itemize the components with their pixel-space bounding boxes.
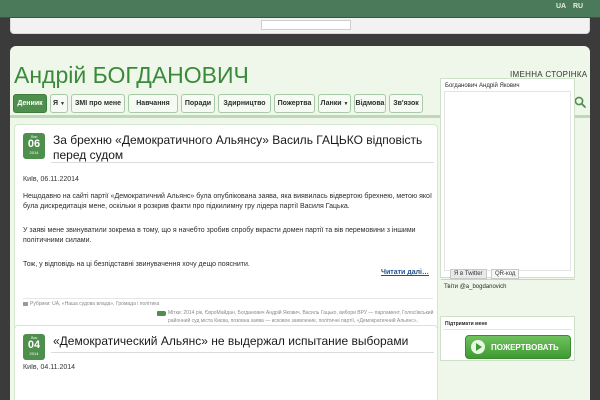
title-divider [51, 352, 434, 353]
nav-label: ЗМІ про мене [74, 100, 122, 107]
post-title-link[interactable]: За брехню «Демократичного Альянсу» Васил… [53, 133, 433, 163]
tabs-divider [441, 279, 575, 280]
post-date-badge: Лис 06 2014 [23, 133, 45, 159]
post-paragraph: У заяві мене звинуватили зокрема в тому,… [23, 227, 416, 244]
post-title-link[interactable]: «Демократический Альянс» не выдержал исп… [53, 334, 433, 349]
tab-twitter[interactable]: Я в Twitter [450, 269, 487, 279]
nav-item-media[interactable]: ЗМІ про мене [71, 94, 125, 113]
post-footer-divider [23, 298, 433, 299]
chevron-down-icon: ▼ [60, 100, 65, 107]
lang-ru-link[interactable]: RU [573, 3, 583, 10]
date-day: 04 [27, 339, 41, 351]
sidebar-profile-widget: Богданович Андрій Якович [440, 78, 575, 278]
date-day: 06 [27, 138, 41, 150]
post-categories: Рубрики: UA, «Наша судова влада», Громад… [23, 301, 159, 307]
site-title[interactable]: Андрій БОГДАНОВИЧ [14, 62, 249, 89]
donate-label: ПОЖЕРТВОВАТЬ [491, 342, 559, 352]
top-bar: UA RU [0, 0, 600, 18]
nav-item-links[interactable]: Ланки ▼ [318, 94, 351, 113]
tag-icon [157, 311, 166, 316]
read-more-link[interactable]: Читати далі… [381, 269, 429, 276]
support-divider [443, 329, 572, 330]
lang-ua-link[interactable]: UA [556, 3, 566, 10]
support-title: Підтримати мене [445, 321, 488, 327]
title-divider [51, 162, 434, 163]
nav-label: Ланки [320, 100, 342, 107]
profile-frame [444, 91, 571, 271]
nav-item-diary[interactable]: Дениик [13, 94, 47, 113]
post-article: Лис 04 2014 «Демократический Альянс» не … [14, 325, 438, 400]
nav-label: Відмова [355, 100, 385, 107]
post-paragraph: Тож, у відповідь на ці безпідставні звин… [23, 261, 250, 268]
post-date-line: Київ, 06.11.22014 [23, 176, 79, 183]
date-year: 2014 [29, 150, 39, 155]
folder-icon [23, 301, 28, 306]
support-widget: Підтримати мене ПОЖЕРТВОВАТЬ [440, 316, 575, 361]
donate-button[interactable]: ПОЖЕРТВОВАТЬ [465, 335, 571, 359]
post-date-line: Київ, 04.11.2014 [23, 364, 76, 371]
nav-label: Зв'язок [393, 100, 419, 107]
top-strip [10, 18, 590, 34]
search-icon[interactable] [573, 95, 587, 109]
profile-name: Богданович Андрій Якович [445, 83, 520, 89]
nav-item-me[interactable]: Я ▼ [50, 94, 68, 113]
categories-text[interactable]: Рубрики: UA, «Наша судова влада», Громад… [30, 301, 159, 307]
nav-label: Дениик [17, 100, 43, 107]
nav-label: Навчання [136, 100, 170, 107]
nav-item-contact[interactable]: Зв'язок [389, 94, 423, 113]
nav-label: Здирництво [223, 100, 266, 107]
strip-box [261, 20, 351, 30]
chevron-down-icon: ▼ [343, 100, 349, 107]
nav-label: Я [53, 100, 59, 107]
nav-item-extortion[interactable]: Здирництво [218, 94, 271, 113]
nav-item-advice[interactable]: Поради [181, 94, 215, 113]
post-date-badge: Лис 04 2014 [23, 334, 45, 360]
tweets-link[interactable]: Твіти @a_bogdanovich [444, 284, 506, 290]
date-year: 2014 [29, 351, 39, 356]
arrow-right-icon [471, 340, 485, 354]
nav-label: Пожертва [277, 100, 312, 107]
nav-label: Поради [184, 100, 212, 107]
post-paragraph: Нещодавно на сайті партії «Демократичний… [23, 193, 432, 210]
nav-item-donation[interactable]: Пожертва [274, 94, 315, 113]
tab-qr-code[interactable]: QR-код [491, 269, 520, 279]
nav-item-education[interactable]: Навчання [128, 94, 178, 113]
nav-item-refusal[interactable]: Відмова [354, 94, 386, 113]
post-article: Лис 06 2014 За брехню «Демократичного Ал… [14, 124, 438, 344]
